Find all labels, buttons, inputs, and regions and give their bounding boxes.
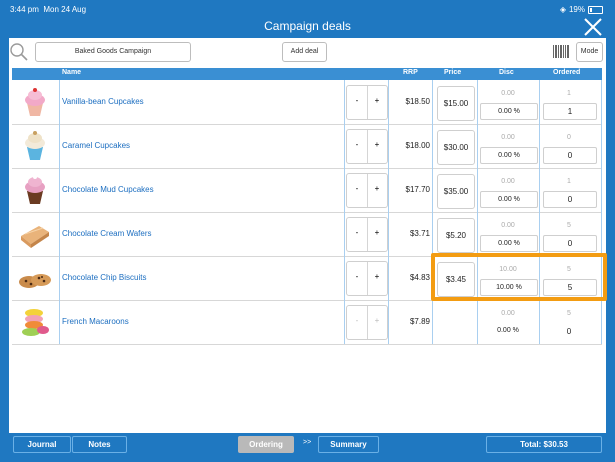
rrp-value: $18.00 [405,141,430,150]
caramel-cupcake-image [25,131,45,160]
barcode-icon[interactable] [552,44,570,59]
vanilla-cupcake-image [25,88,45,116]
product-name[interactable]: Vanilla-bean Cupcakes [62,97,144,106]
disc-field[interactable]: 0.00 % [480,191,538,208]
price-field[interactable]: $30.00 [437,130,475,165]
quantity-stepper: - + [346,217,388,252]
disc-field[interactable]: 0.00 % [480,147,538,164]
price-field[interactable]: $35.00 [437,174,475,209]
quantity-stepper: - + [346,261,388,296]
ordered-field[interactable]: 0 [543,191,597,208]
highlight-box [431,253,607,301]
col-disc: Disc [499,69,514,76]
app-window: 3:44 pm Mon 24 Aug ◈ 19% Campaign deals … [0,0,615,462]
rrp-value: $3.71 [409,229,430,238]
increment-button[interactable]: + [367,184,387,193]
ordered-original: 0 [567,134,571,141]
ordered-original: 5 [567,222,571,229]
add-deal-button[interactable]: Add deal [282,42,327,62]
product-name[interactable]: Chocolate Cream Wafers [62,229,152,238]
ordered-field[interactable]: 1 [543,103,597,120]
ordered-field[interactable]: 0 [543,235,597,252]
price-field[interactable]: $15.00 [437,86,475,121]
disc-original: 0.00 [501,222,515,229]
status-bar: 3:44 pm Mon 24 Aug ◈ 19% [0,0,615,16]
table-row: Vanilla-bean Cupcakes - + $18.50 $15.00 … [12,80,602,125]
close-icon[interactable] [581,15,605,39]
rrp-value: $4.83 [409,273,430,282]
col-price: Price [444,69,462,76]
table-row: Caramel Cupcakes - + $18.00 $30.00 0.00 … [12,124,602,169]
table-row: Chocolate Mud Cupcakes - + $17.70 $35.00… [12,168,602,213]
battery-percent: 19% [568,5,585,14]
decrement-button: - [355,316,359,325]
col-ordered: Ordered [553,69,581,76]
product-name[interactable]: Caramel Cupcakes [62,141,130,150]
disc-value: 0.00 % [497,327,519,334]
summary-tab[interactable]: Summary [318,436,379,453]
disc-field[interactable]: 0.00 % [480,103,538,120]
step-arrows: >> [303,439,312,446]
disc-original: 0.00 [501,178,515,185]
ordered-original: 1 [567,90,571,97]
quantity-stepper: - + [346,85,388,120]
increment-button[interactable]: + [367,96,387,105]
chocolate-mud-cupcake-image [25,175,45,204]
status-right: ◈ 19% [560,5,603,14]
col-name: Name [62,69,82,76]
table-row: French Macaroons - + $7.89 0.00 0.00 % 5… [12,300,602,345]
decrement-button[interactable]: - [347,272,367,281]
disc-original: 0.00 [501,134,515,141]
price-field[interactable]: $5.20 [437,218,475,253]
quantity-stepper: - + [346,173,388,208]
quantity-stepper: - + [346,305,388,340]
table-header: Name RRP Price Disc Ordered [12,68,602,80]
rrp-value: $17.70 [405,185,430,194]
increment-button[interactable]: + [367,228,387,237]
increment-button[interactable]: + [367,140,387,149]
rrp-value: $7.89 [409,317,430,326]
decrement-button[interactable]: - [347,96,367,105]
ordering-tab[interactable]: Ordering [238,436,294,453]
disc-original: 0.00 [501,90,515,97]
increment-button[interactable]: + [367,272,387,281]
notes-button[interactable]: Notes [72,436,127,453]
french-macaroons-image [22,309,49,336]
search-icon[interactable] [9,42,29,62]
chocolate-chip-biscuits-image [19,274,51,288]
ordered-original: 1 [567,178,571,185]
cream-wafers-image [21,226,49,248]
col-rrp: RRP [403,69,418,76]
footer-bar: Journal Notes Ordering >> Summary Total:… [9,433,606,455]
total-display[interactable]: Total: $30.53 [486,436,602,453]
ordered-field[interactable]: 0 [543,147,597,164]
status-time: 3:44 pm Mon 24 Aug [10,5,87,14]
ordered-original: 5 [567,310,571,317]
battery-icon [588,5,603,14]
product-name[interactable]: Chocolate Mud Cupcakes [62,185,154,194]
decrement-button[interactable]: - [347,140,367,149]
campaign-field[interactable]: Baked Goods Campaign [35,42,191,62]
increment-button: + [374,316,380,325]
rrp-value: $18.50 [405,97,430,106]
page-title: Campaign deals [264,19,351,33]
wifi-icon: ◈ [559,5,566,14]
quantity-stepper: - + [346,129,388,164]
journal-button[interactable]: Journal [13,436,71,453]
disc-original: 0.00 [501,310,515,317]
decrement-button[interactable]: - [347,228,367,237]
disc-field[interactable]: 0.00 % [480,235,538,252]
product-name[interactable]: Chocolate Chip Biscuits [62,273,146,282]
product-name[interactable]: French Macaroons [62,317,129,326]
table-row: Chocolate Cream Wafers - + $3.71 $5.20 0… [12,212,602,257]
mode-button[interactable]: Mode [576,42,603,62]
ordered-value: 0 [566,327,572,336]
decrement-button[interactable]: - [347,184,367,193]
